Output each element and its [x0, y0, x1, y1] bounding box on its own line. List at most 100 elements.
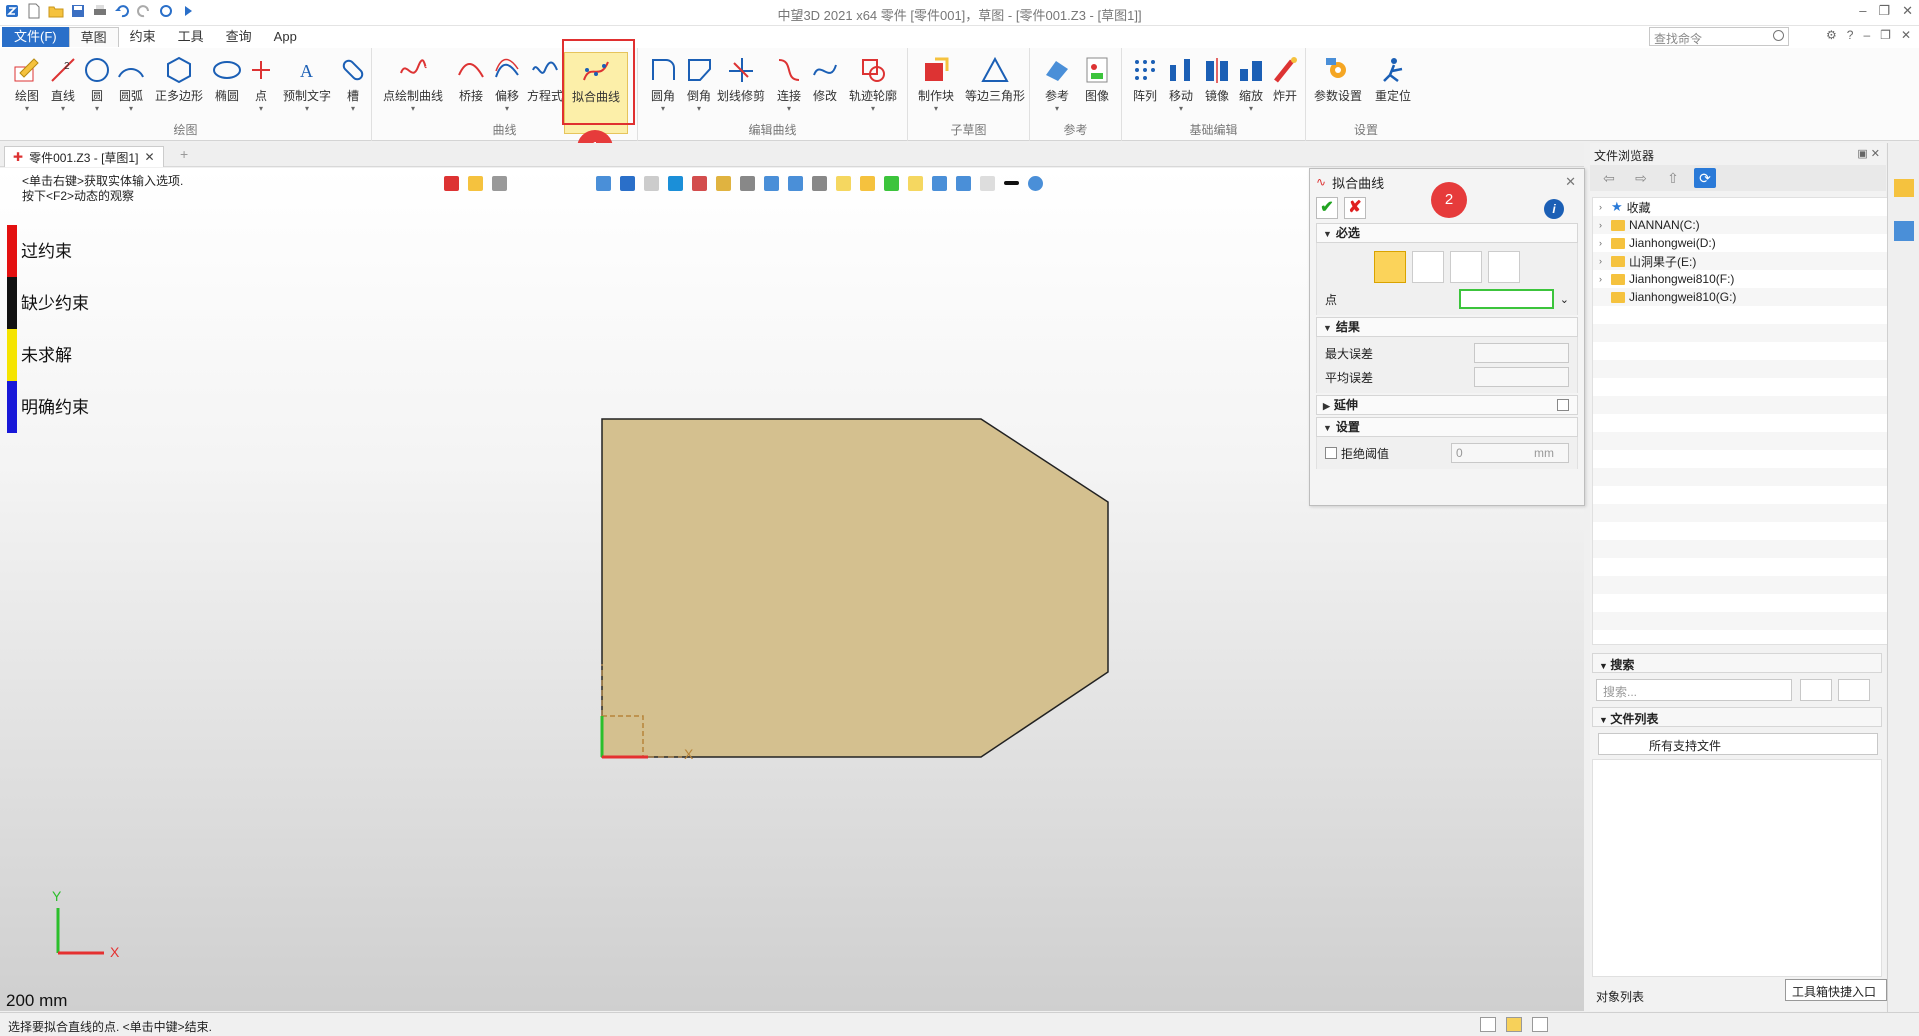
section-required[interactable]: ▼ 必选 [1316, 223, 1578, 243]
ribbon: 绘图 ▾ 2 直线 ▾ 圆 ▾ 圆弧 ▾ 正多边形 椭圆 点 ▾ A 预制文字 ▾ [0, 48, 1919, 141]
sketch-x-label: X [684, 746, 694, 762]
cancel-button[interactable]: ✘ [1344, 197, 1366, 219]
tab-constraint[interactable]: 约束 [119, 27, 167, 47]
ok-button[interactable]: ✔ [1316, 197, 1338, 219]
tool-equilateral[interactable]: 等边三角形 [964, 52, 1026, 122]
file-type-filter[interactable]: 所有支持文件 [1598, 733, 1878, 755]
file-menu[interactable]: 文件(F) [2, 27, 69, 47]
tab-tools[interactable]: 工具 [167, 27, 215, 47]
section-settings[interactable]: ▼ 设置 [1316, 417, 1578, 437]
tool-slot[interactable]: 槽 ▾ [332, 52, 374, 122]
tool-polygon[interactable]: 正多边形 [154, 52, 204, 122]
svg-text:2: 2 [64, 61, 70, 72]
file-search-button[interactable] [1800, 679, 1832, 701]
fit-spline-mode-icon[interactable] [1412, 251, 1444, 283]
fit-mode-buttons [1325, 247, 1569, 287]
up-arrow-icon[interactable]: ⇧ [1662, 168, 1684, 188]
fit-curve-small-icon: ∿ [1316, 175, 1327, 189]
section-result[interactable]: ▼ 结果 [1316, 317, 1578, 337]
tool-chamfer[interactable]: 倒角 ▾ [678, 52, 720, 122]
minimize-icon[interactable]: ‒ [1859, 3, 1866, 19]
status-message: 选择要拟合直线的点. <单击中键>结束. [8, 1020, 213, 1034]
tool-explode[interactable]: 炸开 [1264, 52, 1306, 122]
tree-item-drive-g[interactable]: Jianhongwei810(G:) [1593, 288, 1887, 306]
tree-item-drive-c[interactable]: › NANNAN(C:) [1593, 216, 1887, 234]
image-icon [1082, 55, 1112, 85]
tab-query[interactable]: 查询 [215, 27, 263, 47]
equation-curve-icon [530, 55, 560, 85]
tab-app[interactable]: App [263, 27, 308, 47]
extend-toggle[interactable] [1557, 399, 1569, 411]
threshold-checkbox[interactable] [1325, 447, 1337, 459]
file-list-section-header[interactable]: ▼ 文件列表 [1592, 707, 1882, 727]
command-search-placeholder: 查找命令 [1654, 32, 1703, 46]
tree-item-drive-f[interactable]: › Jianhongwei810(F:) [1593, 270, 1887, 288]
expand-chevron-icon[interactable]: ⌄ [1560, 293, 1569, 306]
tool-param-settings[interactable]: 参数设置 [1310, 52, 1366, 122]
restore-icon[interactable]: ❐ [1878, 3, 1890, 19]
group-reference: 参考 ▾ 图像 参考 [1030, 48, 1122, 141]
fit-circle-mode-icon[interactable] [1450, 251, 1482, 283]
grid-view-icon[interactable] [1480, 1017, 1496, 1032]
reposition-icon [1378, 55, 1408, 85]
list-view-icon[interactable] [1532, 1017, 1548, 1032]
axis-y-label: Y [52, 888, 62, 904]
tool-trace[interactable]: 轨迹轮廓 ▾ [846, 52, 900, 122]
close-icon[interactable]: ✕ [1901, 28, 1911, 42]
help-icon[interactable]: ? [1847, 28, 1854, 42]
threshold-input[interactable]: 0 mm [1451, 443, 1569, 463]
section-extend[interactable]: ▶ 延伸 [1316, 395, 1578, 415]
fit-ellipse-mode-icon[interactable] [1488, 251, 1520, 283]
file-list[interactable] [1592, 759, 1882, 977]
avg-error-label: 平均误差 [1325, 370, 1374, 385]
tab-sketch[interactable]: 草图 [68, 27, 119, 47]
toolbox-panel-icon[interactable] [1894, 221, 1914, 241]
add-tab-icon[interactable]: + [180, 146, 188, 162]
tool-equation[interactable]: 方程式 [524, 52, 566, 122]
file-search-input[interactable]: 搜索... [1596, 679, 1792, 701]
tool-make-block[interactable]: 制作块 ▾ [914, 52, 958, 122]
clear-search-icon[interactable] [1838, 679, 1870, 701]
group-basic-edit: 阵列 移动 ▾ 镜像 缩放 ▾ 炸开 基础编辑 [1122, 48, 1306, 141]
forward-arrow-icon[interactable]: ⇨ [1630, 168, 1652, 188]
arc-icon [116, 55, 146, 85]
tool-preset-text[interactable]: A 预制文字 ▾ [282, 52, 332, 122]
refresh-icon[interactable]: ⟳ [1694, 168, 1716, 188]
command-search-input[interactable]: 查找命令 [1649, 27, 1789, 46]
file-browser-nav: ⇦ ⇨ ⇧ ⟳ [1590, 165, 1886, 191]
file-browser-panel: 文件浏览器 ▣ ✕ ⇦ ⇨ ⇧ ⟳ › ★ 收藏 › NANNAN(C:) › Jian… [1590, 143, 1888, 1011]
tool-reposition[interactable]: 重定位 [1372, 52, 1414, 122]
fit-line-mode-icon[interactable] [1374, 251, 1406, 283]
doc-tab-active[interactable]: ✚ 零件001.Z3 - [草图1] ✕ [4, 146, 164, 167]
tool-offset[interactable]: 偏移 ▾ [486, 52, 528, 122]
tool-image[interactable]: 图像 [1076, 52, 1118, 122]
tree-item-drive-d[interactable]: › Jianhongwei(D:) [1593, 234, 1887, 252]
panel-controls[interactable]: ▣ ✕ [1857, 147, 1880, 160]
close-tab-icon[interactable]: ✕ [144, 150, 154, 164]
tree-item-drive-e[interactable]: › 山洞果子(E:) [1593, 252, 1887, 270]
file-browser-title-bar: 文件浏览器 ▣ ✕ [1590, 143, 1886, 165]
tool-arc[interactable]: 圆弧 ▾ [110, 52, 152, 122]
block-icon [921, 55, 951, 85]
tool-reference[interactable]: 参考 ▾ [1036, 52, 1078, 122]
tool-point[interactable]: 点 ▾ [240, 52, 282, 122]
tool-trim[interactable]: 划线修剪 [716, 52, 766, 122]
tool-point-curve[interactable]: 点绘制曲线 ▾ [382, 52, 444, 122]
folder-panel-icon[interactable] [1894, 179, 1914, 197]
tree-item-favorites[interactable]: › ★ 收藏 [1593, 198, 1887, 216]
point-input[interactable] [1458, 289, 1554, 309]
close-icon[interactable]: ✕ [1902, 3, 1913, 19]
back-arrow-icon[interactable]: ⇦ [1598, 168, 1620, 188]
restore-icon[interactable]: ❐ [1880, 28, 1891, 42]
offset-curve-icon [492, 55, 522, 85]
gear-icon[interactable]: ⚙ [1826, 28, 1837, 42]
document-tab-bar: ✚ 零件001.Z3 - [草图1] ✕ + [0, 143, 1584, 167]
search-section-header[interactable]: ▼ 搜索 [1592, 653, 1882, 673]
tool-modify[interactable]: 修改 [804, 52, 846, 122]
line-icon: 2 [48, 55, 78, 85]
dialog-close-icon[interactable]: ✕ [1565, 174, 1576, 190]
screen-view-icon[interactable] [1506, 1017, 1522, 1032]
info-icon[interactable]: i [1544, 199, 1564, 219]
avg-error-field [1474, 367, 1569, 387]
minimize-icon[interactable]: ‒ [1863, 28, 1870, 42]
